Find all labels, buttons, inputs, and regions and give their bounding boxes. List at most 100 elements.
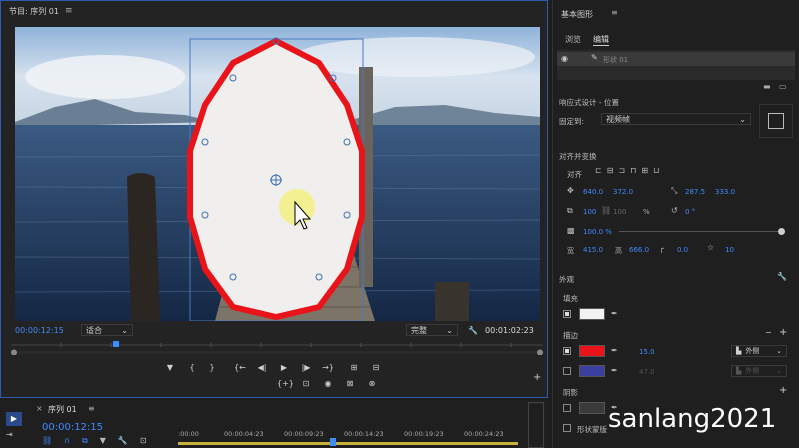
mark-in-button[interactable]: { bbox=[185, 362, 199, 374]
sequence-tab[interactable]: 序列 01 bbox=[48, 404, 77, 415]
star-points-value[interactable]: 10 bbox=[725, 246, 734, 254]
shape-mask-checkbox[interactable] bbox=[563, 424, 571, 432]
stroke-type-dropdown[interactable]: ▙ 外侧 ⌄ bbox=[731, 345, 787, 357]
anchor-point-icon: ⤡ bbox=[671, 186, 678, 195]
position-x[interactable]: 640.0 bbox=[583, 188, 603, 196]
shadow-checkbox[interactable] bbox=[563, 404, 571, 412]
fit-dropdown[interactable]: 适合 ⌄ bbox=[81, 324, 133, 336]
scale-height-value[interactable]: 100 bbox=[613, 208, 626, 216]
timeline-scrollbar[interactable] bbox=[528, 402, 544, 448]
pin-anchor-widget[interactable] bbox=[759, 104, 793, 138]
panel-menu-icon[interactable]: ≡ bbox=[65, 6, 73, 16]
shadow-color-swatch[interactable] bbox=[579, 402, 605, 414]
close-tab-icon[interactable]: × bbox=[36, 404, 43, 413]
stroke-width-value[interactable]: 15.0 bbox=[639, 348, 655, 356]
width-value[interactable]: 415.0 bbox=[583, 246, 603, 254]
rotation-value[interactable]: 0 ° bbox=[685, 208, 695, 216]
overwrite-button[interactable]: ⊟ bbox=[369, 362, 383, 374]
wrench-icon[interactable]: 🔧 bbox=[468, 326, 478, 335]
comparison-view-button[interactable]: ⊠ bbox=[343, 378, 357, 390]
go-to-out-button[interactable]: →} bbox=[321, 362, 335, 374]
total-timecode: 00:01:02:23 bbox=[485, 325, 534, 335]
corner-radius-value[interactable]: 0.0 bbox=[677, 246, 688, 254]
folder-icon[interactable]: ▬ bbox=[763, 82, 771, 91]
stroke2-color-swatch[interactable] bbox=[579, 365, 605, 377]
remove-stroke-icon[interactable]: − bbox=[765, 328, 772, 337]
stroke-style-icon: ▙ bbox=[736, 367, 742, 375]
track-select-tool-icon[interactable]: ⇥ bbox=[6, 430, 13, 439]
height-value[interactable]: 666.0 bbox=[629, 246, 649, 254]
play-button[interactable]: ▶ bbox=[277, 362, 291, 374]
stroke2-checkbox[interactable] bbox=[563, 367, 571, 375]
scale-value[interactable]: 100 bbox=[583, 208, 596, 216]
settings-wrench-icon[interactable]: 🔧 bbox=[118, 436, 128, 446]
export-frame-button[interactable]: ◉ bbox=[321, 378, 335, 390]
linked-select-icon[interactable]: ⧉ bbox=[82, 436, 88, 446]
wrench-icon[interactable]: 🔧 bbox=[777, 272, 787, 281]
eyedropper-icon[interactable]: ✒ bbox=[611, 366, 618, 375]
position-y[interactable]: 372.0 bbox=[613, 188, 633, 196]
align-bottom-icon[interactable]: ⊔ bbox=[653, 166, 659, 175]
video-frame[interactable] bbox=[15, 27, 540, 321]
vr-button[interactable]: ⊗ bbox=[365, 378, 379, 390]
nest-icon[interactable]: ⛓ bbox=[42, 436, 52, 446]
panel-menu-icon[interactable]: ≡ bbox=[611, 8, 618, 17]
anchor-x[interactable]: 287.5 bbox=[685, 188, 705, 196]
tab-browse[interactable]: 浏览 bbox=[565, 34, 581, 45]
rotation-icon: ↺ bbox=[671, 206, 678, 215]
layer-row[interactable]: ◉ ✎ 形状 01 bbox=[557, 52, 795, 66]
opacity-value[interactable]: 100.0 % bbox=[583, 228, 612, 236]
new-layer-icon[interactable]: ▭ bbox=[779, 82, 787, 91]
eyedropper-icon[interactable]: ✒ bbox=[611, 346, 618, 355]
eyedropper-icon[interactable]: ✒ bbox=[611, 309, 618, 318]
extract-button[interactable]: ⊡ bbox=[299, 378, 313, 390]
star-icon: ☆ bbox=[707, 243, 715, 252]
selection-tool-icon[interactable]: ▶ bbox=[6, 412, 22, 426]
current-timecode[interactable]: 00:00:12:15 bbox=[15, 326, 64, 335]
insert-button[interactable]: ⊞ bbox=[347, 362, 361, 374]
stroke-label: 描边 bbox=[563, 331, 578, 340]
opacity-slider-track[interactable] bbox=[619, 231, 781, 232]
add-button-icon[interactable]: + bbox=[533, 372, 541, 383]
mark-out-button[interactable]: } bbox=[205, 362, 219, 374]
playhead[interactable] bbox=[330, 438, 336, 446]
quality-label: 完整 bbox=[411, 325, 427, 335]
align-center-icon[interactable]: ⊟ bbox=[607, 166, 614, 175]
align-top-icon[interactable]: ⊓ bbox=[630, 166, 636, 175]
fill-color-swatch[interactable] bbox=[579, 308, 605, 320]
snap-icon[interactable]: ∩ bbox=[64, 436, 70, 446]
link-icon[interactable]: ⛓ bbox=[601, 206, 611, 215]
scale-unit: % bbox=[643, 208, 650, 216]
fill-checkbox[interactable] bbox=[563, 310, 571, 318]
eye-icon[interactable]: ◉ bbox=[561, 54, 568, 63]
step-forward-button[interactable]: |▶ bbox=[299, 362, 313, 374]
add-stroke-icon[interactable]: + bbox=[779, 327, 787, 338]
stroke2-width-value[interactable]: 47.0 bbox=[639, 368, 655, 376]
add-marker-button[interactable]: ▼ bbox=[163, 362, 177, 374]
tick-label: 00:00:09:23 bbox=[284, 430, 324, 438]
panel-title[interactable]: 基本图形 bbox=[561, 9, 593, 20]
lift-button[interactable]: {+} bbox=[277, 378, 294, 390]
monitor-time-ruler[interactable] bbox=[11, 341, 543, 356]
stroke-checkbox[interactable] bbox=[563, 347, 571, 355]
align-middle-icon[interactable]: ⊞ bbox=[641, 166, 648, 175]
quality-dropdown[interactable]: 完整 ⌄ bbox=[406, 324, 458, 336]
align-right-icon[interactable]: ⊐ bbox=[618, 166, 625, 175]
go-to-in-button[interactable]: {← bbox=[233, 362, 247, 374]
add-shadow-icon[interactable]: + bbox=[779, 385, 787, 396]
add-marker-icon[interactable]: ▼ bbox=[100, 436, 106, 446]
panel-menu-icon[interactable]: ≡ bbox=[88, 404, 95, 413]
timeline-timecode[interactable]: 00:00:12:15 bbox=[42, 422, 103, 433]
align-left-icon[interactable]: ⊏ bbox=[595, 166, 602, 175]
pin-to-dropdown[interactable]: 视频帧 ⌄ bbox=[601, 113, 751, 125]
work-area-bar[interactable] bbox=[178, 442, 518, 445]
captions-icon[interactable]: ⊡ bbox=[140, 436, 147, 446]
timeline-ruler[interactable]: :00:00 00:00:04:23 00:00:09:23 00:00:14:… bbox=[178, 428, 518, 448]
step-back-button[interactable]: ◀| bbox=[255, 362, 269, 374]
stroke-color-swatch[interactable] bbox=[579, 345, 605, 357]
stroke2-type-dropdown[interactable]: ▙ 外侧 ⌄ bbox=[731, 365, 787, 377]
anchor-y[interactable]: 333.0 bbox=[715, 188, 735, 196]
monitor-title[interactable]: 节目: 序列 01 bbox=[9, 6, 59, 17]
opacity-slider-handle[interactable] bbox=[778, 228, 785, 235]
tab-edit[interactable]: 编辑 bbox=[593, 34, 609, 46]
